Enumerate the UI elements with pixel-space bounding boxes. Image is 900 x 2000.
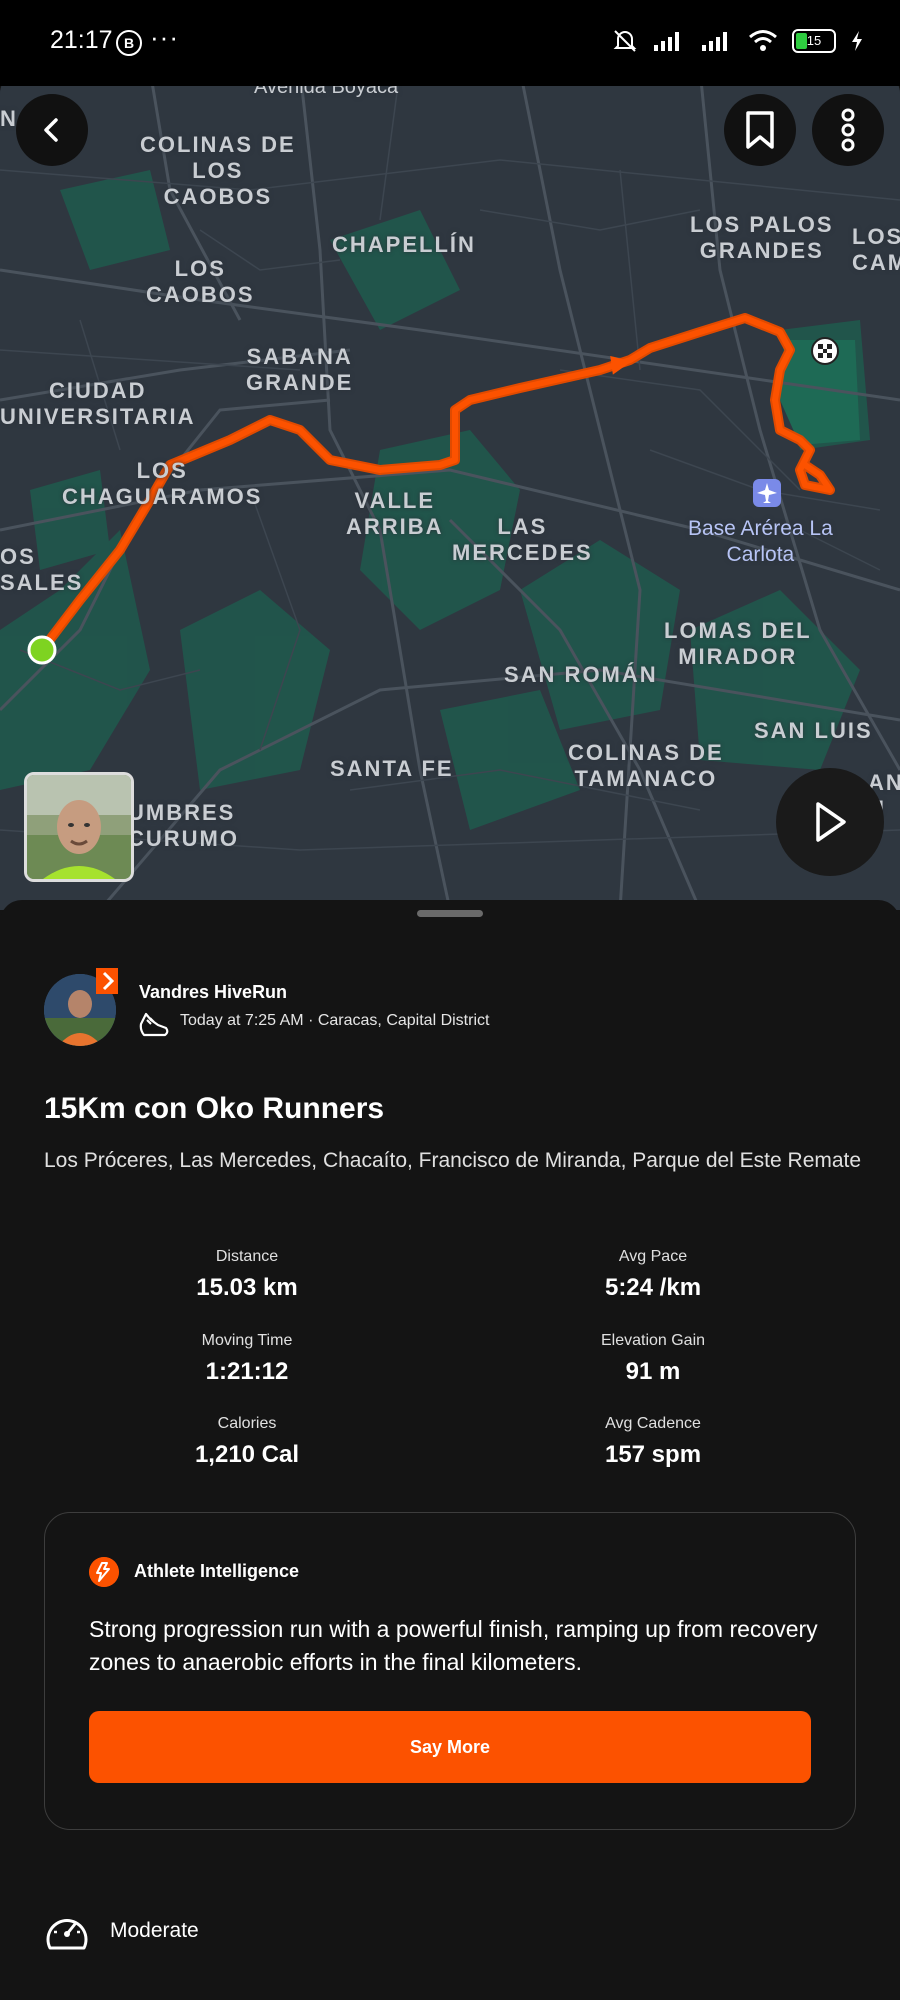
signal-icon bbox=[654, 32, 679, 51]
effort-label: Moderate bbox=[110, 1919, 199, 1942]
status-time: 21:17 bbox=[50, 26, 113, 54]
bookmark-button[interactable] bbox=[724, 94, 796, 166]
map-label-los-palos-grandes: LOS PALOS GRANDES bbox=[690, 212, 834, 263]
map-label-sabana-grande: SABANA GRANDE bbox=[246, 344, 354, 395]
activity-meta: Today at 7:25 AM · Caracas, Capital Dist… bbox=[180, 1012, 490, 1029]
athlete-name[interactable]: Vandres HiveRun bbox=[139, 982, 287, 1003]
athlete-intelligence-title: Athlete Intelligence bbox=[134, 1561, 300, 1581]
battery-icon: 15 bbox=[792, 29, 836, 53]
map-label-los-chaguaramos: LOS CHAGUARAMOS bbox=[62, 458, 263, 509]
map-label-san-roman: SAN ROMÁN bbox=[504, 662, 658, 687]
strava-badge-icon bbox=[96, 968, 118, 994]
stat-value: 15.03 km bbox=[196, 1274, 298, 1301]
activity-photo-thumbnail[interactable] bbox=[24, 772, 134, 882]
say-more-button[interactable]: Say More bbox=[89, 1711, 811, 1783]
play-flyover-button[interactable] bbox=[776, 768, 884, 876]
map-label-umbres-curumo: UMBRES CURUMO bbox=[128, 800, 239, 851]
activity-sheet: Vandres HiveRun Today at 7:25 AM · Carac… bbox=[0, 900, 900, 2000]
more-notifications-icon: ··· bbox=[150, 22, 179, 52]
map-label-lomas-del-mirador: LOMAS DEL MIRADOR bbox=[664, 618, 812, 669]
start-marker-icon bbox=[27, 635, 57, 665]
map-label-san-luis: SAN LUIS bbox=[754, 718, 873, 743]
back-icon bbox=[44, 118, 58, 142]
map-label-chapellin: CHAPELLÍN bbox=[332, 232, 476, 257]
stat-value: 157 spm bbox=[604, 1441, 702, 1468]
stat-distance: Distance 15.03 km bbox=[97, 1248, 397, 1302]
status-icons: 15 bbox=[612, 28, 864, 54]
b-app-icon: B bbox=[116, 30, 142, 56]
selfie-image bbox=[27, 775, 131, 879]
map-label-colinas-de-los-caobos: COLINAS DE LOS CAOBOS bbox=[140, 132, 296, 209]
stat-label: Moving Time bbox=[201, 1332, 293, 1349]
map-label-santa-fe: SANTA FE bbox=[330, 756, 454, 781]
athlete-intelligence-icon bbox=[89, 1557, 119, 1587]
stat-value: 5:24 /km bbox=[604, 1274, 702, 1301]
stat-label: Avg Pace bbox=[618, 1248, 688, 1265]
wifi-icon bbox=[749, 30, 777, 51]
stat-value: 1:21:12 bbox=[205, 1358, 289, 1385]
stat-label: Calories bbox=[217, 1415, 277, 1432]
shoe-icon bbox=[139, 1012, 169, 1037]
map-label-los-cam: LOS CAM bbox=[852, 224, 900, 275]
stat-avg-pace: Avg Pace 5:24 /km bbox=[503, 1248, 803, 1302]
route-map[interactable]: Avenida Boyacá N COLINAS DE LOS CAOBOS C… bbox=[0, 70, 900, 910]
signal-icon-2 bbox=[702, 32, 727, 51]
athlete-intelligence-text: Strong progression run with a powerful f… bbox=[89, 1616, 818, 1675]
map-label-las-mercedes: LAS MERCEDES bbox=[452, 514, 593, 565]
more-options-button[interactable] bbox=[812, 94, 884, 166]
map-label-ciudad-universitaria: CIUDAD UNIVERSITARIA bbox=[0, 378, 196, 429]
stat-avg-cadence: Avg Cadence 157 spm bbox=[503, 1415, 803, 1469]
map-label-valle-arriba: VALLE ARRIBA bbox=[346, 488, 444, 539]
finish-flag-icon bbox=[811, 337, 839, 365]
stat-elevation-gain: Elevation Gain 91 m bbox=[503, 1332, 803, 1386]
stat-moving-time: Moving Time 1:21:12 bbox=[97, 1332, 397, 1386]
map-label-colinas-de-tamanaco: COLINAS DE TAMANACO bbox=[568, 740, 724, 791]
gauge-icon bbox=[46, 1919, 88, 1950]
stat-label: Avg Cadence bbox=[605, 1415, 701, 1432]
back-button[interactable] bbox=[16, 94, 88, 166]
stat-value: 1,210 Cal bbox=[194, 1441, 300, 1468]
stat-calories: Calories 1,210 Cal bbox=[97, 1415, 397, 1469]
more-vertical-icon bbox=[841, 108, 855, 152]
map-label-os-sales: OS SALES bbox=[0, 544, 84, 595]
charging-icon bbox=[852, 31, 862, 51]
bookmark-icon bbox=[746, 111, 774, 149]
activity-title: 15Km con Oko Runners bbox=[44, 1092, 385, 1125]
stat-value: 91 m bbox=[625, 1358, 681, 1385]
mute-bell-icon bbox=[613, 30, 637, 52]
map-label-los-caobos: LOS CAOBOS bbox=[146, 256, 255, 307]
play-icon bbox=[816, 802, 846, 842]
status-bar: 21:17 B ··· 15 bbox=[0, 0, 900, 86]
stat-label: Distance bbox=[215, 1248, 279, 1265]
map-label-base-aerea: Base Arérea La Carlota bbox=[688, 517, 833, 566]
drag-handle[interactable] bbox=[417, 910, 483, 917]
airport-icon bbox=[753, 479, 781, 507]
activity-description: Los Próceres, Las Mercedes, Chacaíto, Fr… bbox=[44, 1149, 862, 1172]
stat-label: Elevation Gain bbox=[600, 1332, 706, 1349]
athlete-intelligence-card: Athlete Intelligence Strong progression … bbox=[44, 1512, 856, 1830]
